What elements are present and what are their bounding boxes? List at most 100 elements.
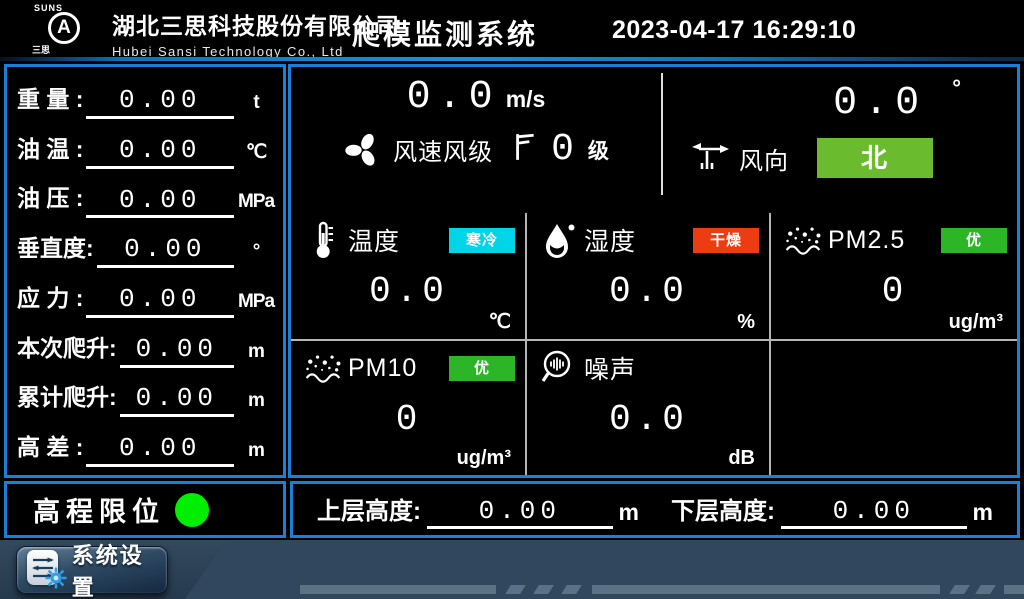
environment-panel: 0.0m/s 风速风级 <box>288 64 1020 478</box>
elevation-limit-panel: 高程限位 <box>4 481 286 538</box>
metric-value: 0.00 <box>86 86 234 119</box>
elevation-limit-status-light <box>175 493 209 527</box>
lower-height-group: 下层高度: 0.00 m <box>671 491 993 529</box>
metric-value: 0.00 <box>86 434 234 467</box>
table-row-current-climb: 本次爬升: 0.00 m <box>17 322 275 368</box>
temperature-cell: 温度 寒冷 0.0 ℃ <box>291 213 525 339</box>
datetime-display: 2023-04-17 16:29:10 <box>612 16 856 45</box>
metric-value: 0.00 <box>86 136 234 169</box>
page-title: 爬模监测系统 <box>352 13 538 53</box>
layer-heights-panel: 上层高度: 0.00 m 下层高度: 0.00 m <box>290 481 1020 538</box>
sensor-name: PM10 <box>348 354 417 383</box>
thermometer-icon <box>303 220 343 260</box>
humidity-cell: 湿度 干燥 0.0 % <box>527 213 769 339</box>
table-row-verticality: 垂直度: 0.00 ° <box>17 222 275 268</box>
lower-height-label: 下层高度: <box>671 491 775 529</box>
dust-particles-icon <box>783 221 823 259</box>
header-divider-line <box>0 57 1024 61</box>
wind-vane-icon <box>691 139 731 178</box>
metric-label: 垂直度: <box>17 229 94 268</box>
sensor-name: PM2.5 <box>828 226 905 255</box>
sensor-unit: dB <box>728 447 755 470</box>
status-badge: 寒冷 <box>449 228 515 253</box>
system-settings-button[interactable]: 系统设置 <box>16 546 168 594</box>
metric-label: 累计爬升: <box>17 378 117 417</box>
wind-speed-unit: m/s <box>506 86 546 112</box>
upper-height-label: 上层高度: <box>317 491 421 529</box>
metric-label: 应 力 : <box>17 279 83 318</box>
wind-level-value: 0 <box>551 128 574 171</box>
metric-unit: m <box>237 341 275 368</box>
company-logo: SUNS A 三思 <box>20 3 108 56</box>
metric-unit: t <box>237 92 275 119</box>
table-row-height-diff: 高 差 : 0.00 m <box>17 421 275 467</box>
dust-particles-icon <box>303 349 343 387</box>
metric-label: 重 量 : <box>17 80 83 119</box>
wind-speed-label: 风速风级 <box>393 132 493 167</box>
upper-height-value: 0.00 <box>427 497 613 529</box>
sensor-unit: ug/m³ <box>457 447 511 470</box>
wind-speed-section: 0.0m/s 风速风级 <box>291 67 661 211</box>
wind-direction-section: 0.0° 风向 北 <box>663 67 1017 211</box>
sensor-unit: % <box>737 311 755 334</box>
lower-height-unit: m <box>973 499 993 529</box>
table-row-oil-temp: 油 温 : 0.00 ℃ <box>17 123 275 169</box>
sensor-value: 0 <box>303 399 515 440</box>
settings-sliders-icon <box>27 550 63 590</box>
pm10-cell: PM10 优 0 ug/m³ <box>291 341 525 475</box>
logo-suns-text: SUNS <box>34 3 63 13</box>
status-badge: 优 <box>449 356 515 381</box>
noise-cell: 噪声 0.0 dB <box>527 341 769 475</box>
upper-height-unit: m <box>619 499 639 529</box>
metric-label: 油 压 : <box>17 179 83 218</box>
metric-value: 0.00 <box>120 335 234 368</box>
logo-mark-icon: A <box>48 12 80 44</box>
status-badge: 优 <box>941 228 1007 253</box>
metric-unit: ℃ <box>237 141 275 169</box>
logo-sansi-text: 三思 <box>32 43 50 56</box>
wind-direction-value: 0.0 <box>833 81 926 126</box>
table-row-weight: 重 量 : 0.00 t <box>17 73 275 119</box>
pm25-cell: PM2.5 优 0 ug/m³ <box>771 213 1017 339</box>
metric-label: 本次爬升: <box>17 329 117 368</box>
sensor-name: 噪声 <box>584 350 636 386</box>
metric-value: 0.00 <box>97 235 234 268</box>
sensor-name: 湿度 <box>584 222 636 258</box>
taskbar: 系统设置 <box>0 540 1024 599</box>
sensor-value: 0.0 <box>303 271 515 312</box>
metric-label: 油 温 : <box>17 130 83 169</box>
gear-icon <box>45 567 67 594</box>
elevation-limit-label: 高程限位 <box>33 490 165 529</box>
metric-unit: m <box>237 440 275 467</box>
fan-icon <box>343 129 383 171</box>
metric-value: 0.00 <box>120 384 234 417</box>
metric-label: 高 差 : <box>17 428 83 467</box>
sensor-value: 0.0 <box>539 399 759 440</box>
metric-unit: ° <box>237 241 275 268</box>
wind-level-flag-icon <box>511 132 537 167</box>
status-badge: 干燥 <box>693 228 759 253</box>
sensor-unit: ℃ <box>489 309 511 334</box>
wind-speed-value: 0.0 <box>407 75 500 120</box>
table-row-stress: 应 力 : 0.00 MPa <box>17 272 275 318</box>
metric-value: 0.00 <box>86 285 234 318</box>
metric-unit: MPa <box>237 191 275 218</box>
sensor-value: 0 <box>783 271 1007 312</box>
table-row-oil-pressure: 油 压 : 0.00 MPa <box>17 172 275 218</box>
sensor-value: 0.0 <box>539 271 759 312</box>
sensor-name: 温度 <box>348 222 400 258</box>
wind-direction-unit: ° <box>952 75 961 100</box>
settings-button-label: 系统设置 <box>72 540 167 599</box>
metric-unit: MPa <box>237 291 275 318</box>
wind-level-unit: 级 <box>588 135 609 165</box>
taskbar-stripe <box>300 585 496 594</box>
hydraulic-metrics-panel: 重 量 : 0.00 t 油 温 : 0.00 ℃ 油 压 : 0.00 MPa… <box>4 64 286 478</box>
climbing-formwork-monitor-screen: SUNS A 三思 湖北三思科技股份有限公司 Hubei Sansi Techn… <box>0 0 1024 599</box>
lower-height-value: 0.00 <box>781 497 967 529</box>
wind-direction-label: 风向 <box>739 141 789 176</box>
taskbar-stripe <box>592 585 940 594</box>
droplet-icon <box>539 220 579 260</box>
taskbar-stripe <box>1004 585 1024 594</box>
metric-unit: m <box>237 390 275 417</box>
table-row-total-climb: 累计爬升: 0.00 m <box>17 371 275 417</box>
